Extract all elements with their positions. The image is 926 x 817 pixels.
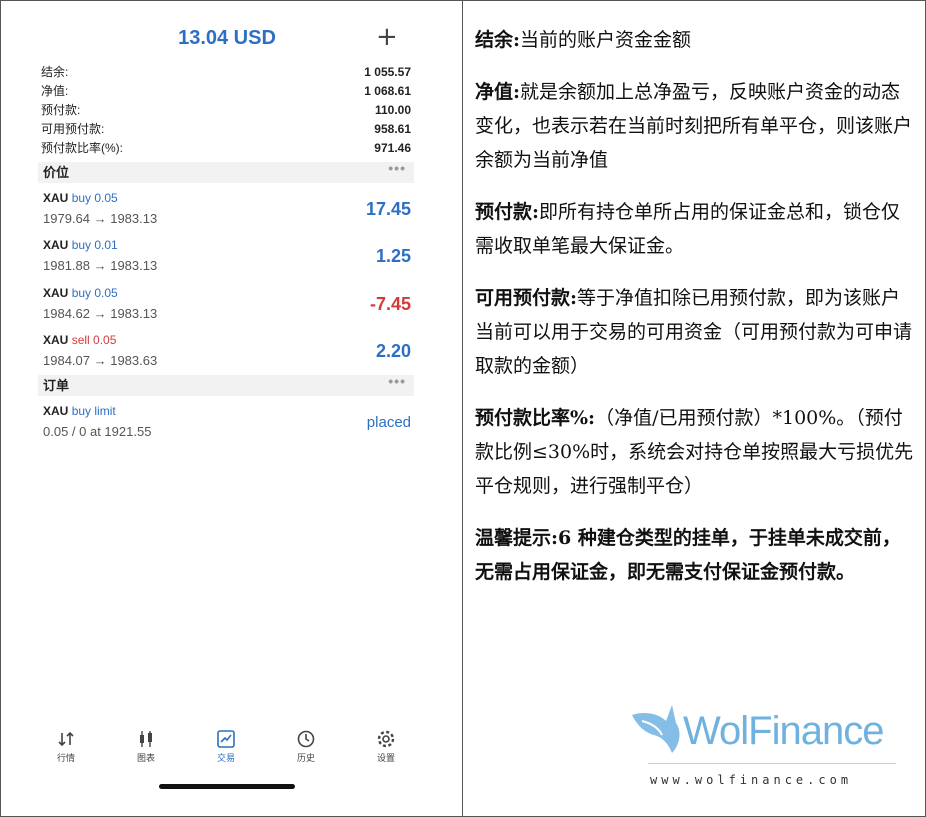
brand-url: www.wolfinance.com xyxy=(650,773,853,787)
bottom-tab-bar: 行情 图表 交易 历史 设置 xyxy=(36,729,416,769)
explanation-tip: 温馨提示:6 种建仓类型的挂单，于挂单未成交前，无需占用保证金，即无需支付保证金… xyxy=(475,527,901,583)
quotes-icon xyxy=(58,731,74,747)
tab-history[interactable]: 历史 xyxy=(276,729,336,769)
position-row[interactable]: XAU buy 0.05 1979.64 → 1983.13 17.45 xyxy=(43,191,413,237)
gear-icon xyxy=(377,730,395,748)
tab-trade[interactable]: 交易 xyxy=(196,729,256,769)
orders-section-header[interactable]: 订单 ••• xyxy=(38,373,414,396)
logo-divider xyxy=(648,763,896,764)
explanation-free-margin: 可用预付款:等于净值扣除已用预付款，即为该账户当前可以用于交易的可用资金（可用预… xyxy=(475,287,913,377)
home-indicator xyxy=(159,784,295,789)
account-summary: 结余: 1 055.57 净值: 1 068.61 预付款: 110.00 可用预付款… xyxy=(41,63,411,158)
profit-value: 1.25 xyxy=(375,246,411,266)
summary-row-margin: 预付款: 110.00 xyxy=(41,103,411,117)
order-status: placed xyxy=(366,414,411,431)
tab-settings[interactable]: 设置 xyxy=(356,729,416,769)
tab-quotes[interactable]: 行情 xyxy=(36,729,96,769)
trade-chart-icon xyxy=(217,730,235,748)
history-icon xyxy=(297,730,315,748)
profit-value: 17.45 xyxy=(365,199,411,219)
order-row[interactable]: XAU buy limit 0.05 / 0 at 1921.55 placed xyxy=(43,404,413,450)
position-row[interactable]: XAU buy 0.05 1984.62 → 1983.13 -7.45 xyxy=(43,286,413,332)
summary-row-margin-level: 预付款比率(%): 971.46 xyxy=(41,141,411,155)
wolf-logo-icon xyxy=(632,705,680,753)
tab-charts[interactable]: 图表 xyxy=(116,729,176,769)
more-options-icon[interactable]: ••• xyxy=(388,158,406,179)
explanation-margin-level: 预付款比率%:（净值/已用预付款）*100%。（预付款比例≤30%时，系统会对持… xyxy=(475,407,914,497)
candlestick-icon xyxy=(140,731,152,747)
plus-icon[interactable]: + xyxy=(376,23,398,51)
brand-name: WolFinance xyxy=(683,709,884,753)
more-options-icon[interactable]: ••• xyxy=(388,371,406,392)
summary-row-equity: 净值: 1 068.61 xyxy=(41,84,411,98)
profit-value: -7.45 xyxy=(369,294,411,314)
position-row[interactable]: XAU sell 0.05 1984.07 → 1983.63 2.20 xyxy=(43,333,413,379)
wolfinance-logo: WolFinance www.wolfinance.com xyxy=(628,701,908,796)
profit-value: 2.20 xyxy=(375,341,411,361)
positions-section-header[interactable]: 价位 ••• xyxy=(38,160,414,183)
explanation-balance: 结余:当前的账户资金金额 xyxy=(475,29,692,51)
summary-row-free-margin: 可用预付款: 958.61 xyxy=(41,122,411,136)
explanation-panel: 结余:当前的账户资金金额 净值:就是余额加上总净盈亏，反映账户资金的动态变化，也… xyxy=(463,1,924,816)
summary-row-balance: 结余: 1 055.57 xyxy=(41,65,411,79)
mobile-trade-screen: 13.04 USD + 结余: 1 055.57 净值: 1 068.61 预付款:… xyxy=(1,1,463,816)
position-row[interactable]: XAU buy 0.01 1981.88 → 1983.13 1.25 xyxy=(43,238,413,284)
explanation-equity: 净值:就是余额加上总净盈亏，反映账户资金的动态变化，也表示若在当前时刻把所有单平… xyxy=(475,81,913,171)
explanation-margin: 预付款:即所有持仓单所占用的保证金总和，锁仓仅需收取单笔最大保证金。 xyxy=(475,201,901,257)
